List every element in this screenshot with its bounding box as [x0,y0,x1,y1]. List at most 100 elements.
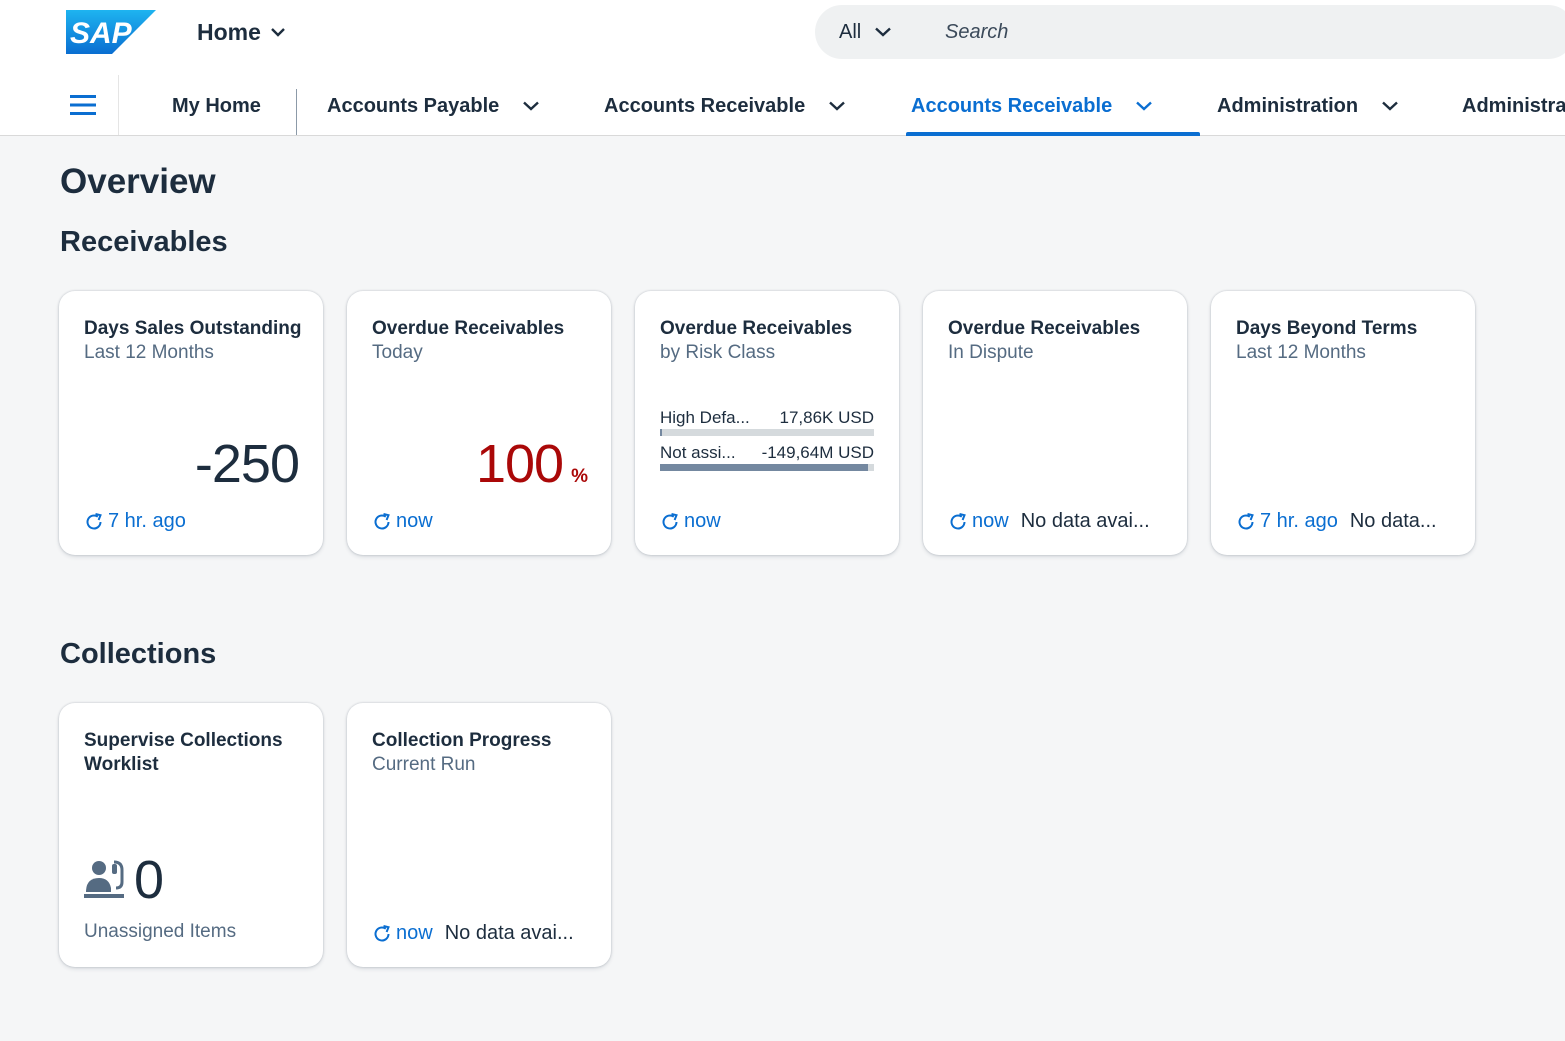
tab-administration[interactable]: Administration [1217,76,1398,136]
bar-labels: Not assi... -149,64M USD [660,442,874,464]
home-label: Home [197,18,261,45]
home-menu-button[interactable]: Home [197,16,285,48]
bar-fill [660,464,868,471]
kpi-unit: % [571,466,588,487]
tile-title: Collection Progress [372,730,552,751]
tile-subtitle: by Risk Class [660,342,776,363]
bar-fill [660,429,663,436]
tab-label: Accounts Payable [327,94,500,117]
tile-title: Overdue Receivables [372,318,565,339]
comparison-chart: High Defa... 17,86K USD Not assi... -149… [660,407,874,477]
bar-value: 17,86K USD [779,408,875,427]
kpi-value: 100 % [475,433,588,495]
search-box: All [815,5,1565,59]
tile-footer: now [660,510,879,533]
refresh-time: now [396,510,433,532]
refresh-status[interactable]: 7 hr. ago [84,510,186,533]
tile-footer: now No data avai... [948,510,1167,533]
tile-overdue-receivables-dispute[interactable]: Overdue Receivables In Dispute now No da… [923,291,1187,555]
tile-subtitle: Current Run [372,754,476,775]
refresh-time: now [396,922,433,944]
tile-collection-progress[interactable]: Collection Progress Current Run now No d… [347,703,611,967]
refresh-status[interactable]: now [660,510,721,533]
tile-title: Supervise Collections Worklist [84,730,283,775]
kpi-number: -250 [194,434,300,494]
refresh-icon [374,924,390,941]
chevron-down-icon [271,28,285,37]
section-title-collections: Collections [60,638,217,670]
shell-bar: SAP Home All My Home Accounts Payable Ac… [0,0,1565,136]
search-scope-select[interactable]: All [815,21,945,44]
refresh-time: 7 hr. ago [108,510,186,532]
bar-labels: High Defa... 17,86K USD [660,407,874,429]
tile-overdue-receivables-today[interactable]: Overdue Receivables Today 100 % now [347,291,611,555]
logo-text: SAP [70,17,133,50]
kpi-value: -250 [194,433,300,495]
section-title-receivables: Receivables [60,226,228,258]
tile-title: Days Beyond Terms [1236,318,1418,339]
tile-title: Days Sales Outstanding [84,318,302,339]
refresh-time: now [684,510,721,532]
tile-title: Overdue Receivables [660,318,853,339]
bar-row: Not assi... -149,64M USD [660,442,874,471]
tile-subtitle: Today [372,342,423,363]
tile-header: Collection Progress Current Run [372,729,592,777]
tab-label: Administration [1217,94,1359,117]
tile-footer: now [372,510,591,533]
sap-logo[interactable]: SAP [66,10,156,54]
bar-label: Not assi... [660,443,736,462]
tab-my-home[interactable]: My Home [172,76,261,136]
bar-track [660,429,874,436]
tile-subtitle: In Dispute [948,342,1034,363]
tab-label: Accounts Receivable [911,94,1113,117]
refresh-icon [86,512,102,529]
tile-footnote: Unassigned Items [84,921,237,942]
tile-header: Overdue Receivables Today [372,317,592,365]
tile-header: Supervise Collections Worklist [84,729,304,777]
call-center-icon [84,860,124,898]
no-data-text: No data... [1349,510,1437,532]
chevron-down-icon [523,101,540,111]
tile-supervise-collections-worklist[interactable]: Supervise Collections Worklist 0 Unassig… [59,703,323,967]
refresh-time: now [972,510,1009,532]
tile-subtitle: Last 12 Months [84,342,214,363]
tab-administration-2[interactable]: Administra [1462,76,1565,136]
tile-overdue-receivables-risk-class[interactable]: Overdue Receivables by Risk Class High D… [635,291,899,555]
refresh-status[interactable]: 7 hr. ago [1236,510,1338,533]
space-navigation: My Home Accounts Payable Accounts Receiv… [0,76,1565,136]
page-title: Overview [60,162,216,201]
tab-label: Administra [1462,94,1565,117]
refresh-status[interactable]: now [948,510,1009,533]
search-scope-label: All [839,20,862,43]
no-data-text: No data avai... [1020,510,1150,532]
bar-track [660,464,874,471]
kpi-number: 0 [134,850,165,910]
refresh-icon [1238,512,1254,529]
bar-value: -149,64M USD [761,443,874,462]
refresh-icon [950,512,966,529]
kpi-number: 100 [475,434,564,494]
bar-row: High Defa... 17,86K USD [660,407,874,436]
refresh-icon [374,512,390,529]
tile-days-sales-outstanding[interactable]: Days Sales Outstanding Last 12 Months -2… [59,291,323,555]
tile-subtitle: Last 12 Months [1236,342,1366,363]
refresh-time: 7 hr. ago [1260,510,1338,532]
tab-label: Accounts Receivable [604,94,806,117]
search-input[interactable] [945,20,1445,44]
tile-footer: 7 hr. ago No data... [1236,510,1455,533]
tile-header: Days Beyond Terms Last 12 Months [1236,317,1456,365]
refresh-status[interactable]: now [372,922,433,945]
tile-footer: 7 hr. ago [84,510,303,533]
chevron-down-icon [1136,101,1153,111]
no-data-text: No data avai... [444,922,574,944]
chevron-down-icon [829,101,846,111]
refresh-icon [662,512,678,529]
tile-header: Overdue Receivables In Dispute [948,317,1168,365]
tab-accounts-receivable[interactable]: Accounts Receivable [604,76,846,136]
tab-accounts-receivable-active[interactable]: Accounts Receivable [905,76,1201,136]
tab-accounts-payable[interactable]: Accounts Payable [327,76,540,136]
refresh-status[interactable]: now [372,510,433,533]
tab-label: My Home [172,94,261,117]
tile-header: Overdue Receivables by Risk Class [660,317,880,365]
tile-days-beyond-terms[interactable]: Days Beyond Terms Last 12 Months 7 hr. a… [1211,291,1475,555]
